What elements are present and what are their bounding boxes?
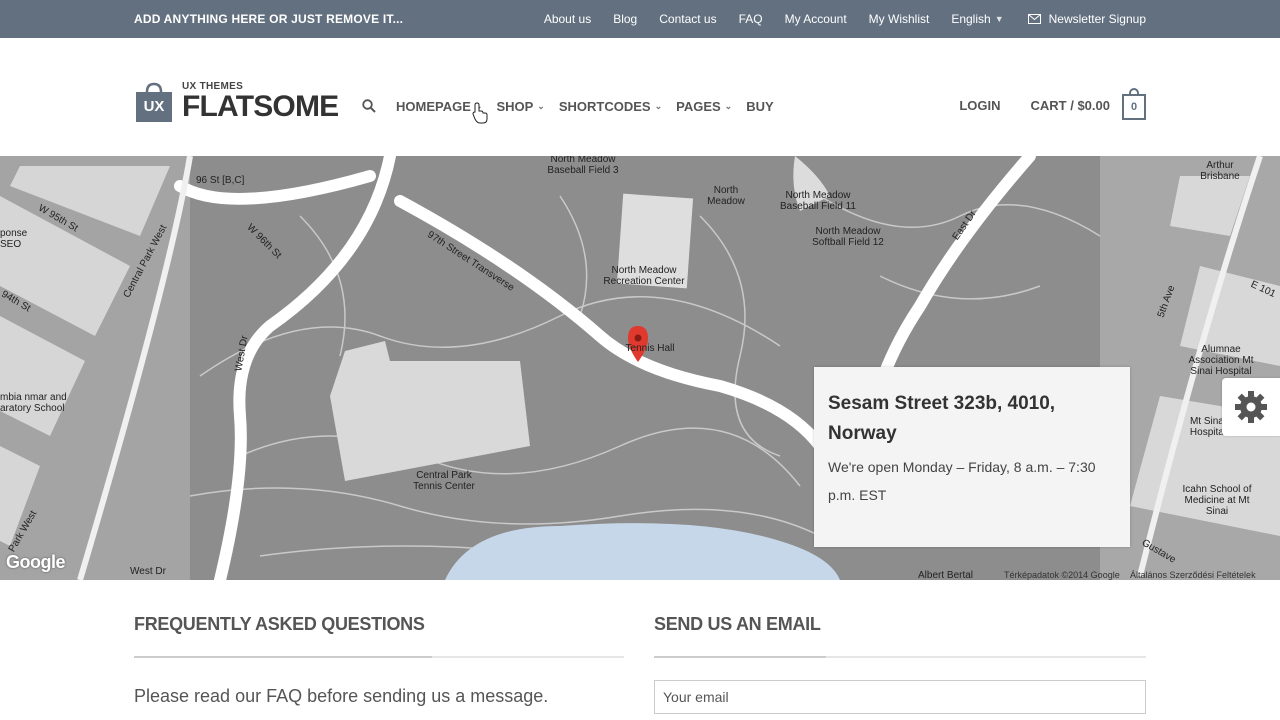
- envelope-icon: [1027, 14, 1041, 24]
- settings-button[interactable]: [1222, 378, 1280, 436]
- faq-link[interactable]: FAQ: [266, 686, 302, 706]
- top-link-faq[interactable]: FAQ: [739, 12, 763, 26]
- map-label-icahn: Icahn School of Medicine at Mt Sinai: [1182, 484, 1252, 517]
- nav-item-shortcodes[interactable]: SHORTCODES ⌄: [559, 99, 662, 114]
- nav-item-homepage[interactable]: HOMEPAGE⌄: [396, 99, 482, 114]
- site-logo[interactable]: UX UX THEMES FLATSOME: [136, 82, 339, 123]
- map-label-alumnae: Alumnae Association Mt Sinai Hospital: [1188, 344, 1254, 377]
- map-label-west-dr-bottom: West Dr: [130, 566, 166, 577]
- top-link-contact-us[interactable]: Contact us: [659, 12, 716, 26]
- logo-big-text: FLATSOME: [182, 90, 339, 123]
- faq-text-before: Please read our: [134, 686, 267, 706]
- nav-item-buy[interactable]: BUY: [746, 99, 773, 114]
- bag-logo-icon: UX: [136, 82, 172, 122]
- address-text: Sesam Street 323b, 4010, Norway: [828, 393, 1056, 444]
- map-label-school: mbia nmar and aratory School: [0, 392, 67, 414]
- email-input[interactable]: [654, 680, 1146, 714]
- logo-mark: UX: [143, 98, 165, 115]
- cart-count-badge[interactable]: 0: [1122, 88, 1146, 120]
- announcement-text: ADD ANYTHING HERE OR JUST REMOVE IT...: [134, 12, 404, 26]
- map-terms-link[interactable]: Általános Szerződési Feltételek: [1130, 570, 1256, 580]
- nav-item-pages[interactable]: PAGES ⌄: [676, 99, 732, 114]
- top-link-my-wishlist[interactable]: My Wishlist: [869, 12, 930, 26]
- nav-label-homepage: HOMEPAGE: [396, 98, 471, 114]
- search-button[interactable]: [362, 99, 376, 113]
- top-link-blog[interactable]: Blog: [613, 12, 637, 26]
- nav-label-buy: BUY: [746, 98, 774, 114]
- header-right: LOGIN CART / $0.00 0: [959, 88, 1146, 122]
- chevron-down-icon: ⌄: [537, 100, 545, 111]
- login-link[interactable]: LOGIN: [959, 98, 1000, 113]
- search-icon: [362, 99, 376, 113]
- map-label-nm: North Meadow: [707, 185, 745, 207]
- nav-label-shop: SHOP: [496, 98, 534, 114]
- map-label-nmrc: North Meadow Recreation Center: [603, 265, 685, 287]
- map-label-albert: Albert Bertal: [918, 570, 974, 580]
- gear-icon: [1235, 391, 1267, 423]
- map-copyright: Térképadatok ©2014 Google: [1004, 570, 1120, 580]
- site-header: UX UX THEMES FLATSOME HOMEPAGE⌄ SHOP⌄ SH…: [0, 38, 1280, 156]
- top-link-about-us[interactable]: About us: [544, 12, 591, 26]
- newsletter-label: Newsletter Signup: [1048, 12, 1146, 26]
- main-navigation: HOMEPAGE⌄ SHOP⌄ SHORTCODES⌄ PAGES⌄ BUY: [362, 96, 788, 116]
- chevron-down-icon: ⌄: [724, 100, 733, 111]
- google-logo: Google: [6, 552, 66, 572]
- map-label-nmbf11: North Meadow Baseball Field 11: [780, 190, 856, 212]
- map-label-seo: ponse SEO: [0, 228, 28, 250]
- faq-text-after: before sending us a message.: [302, 686, 549, 706]
- language-label: English: [951, 12, 991, 26]
- map-label-cptc: Central Park Tennis Center: [413, 470, 475, 492]
- email-heading: SEND US AN EMAIL: [654, 614, 821, 634]
- map-label-nmsf12: North Meadow Softball Field 12: [812, 226, 884, 248]
- faq-divider: [134, 656, 624, 658]
- language-selector[interactable]: English ▼: [951, 12, 1003, 26]
- top-bar: ADD ANYTHING HERE OR JUST REMOVE IT... A…: [0, 0, 1280, 38]
- newsletter-signup-link[interactable]: Newsletter Signup: [1027, 12, 1146, 26]
- email-section: SEND US AN EMAIL: [654, 614, 1146, 658]
- faq-heading: FREQUENTLY ASKED QUESTIONS: [134, 614, 425, 634]
- cart-link[interactable]: CART / $0.00: [1031, 98, 1110, 113]
- map-info-window: Sesam Street 323b, 4010, Norway We're op…: [814, 367, 1130, 547]
- nav-label-pages: PAGES: [676, 98, 721, 114]
- map-label-nmbf3: North Meadow Baseball Field 3: [547, 156, 619, 176]
- chevron-down-icon: ▼: [994, 14, 1004, 24]
- opening-hours-text: We're open Monday – Friday, 8 a.m. – 7:3…: [828, 459, 1096, 503]
- faq-intro-text: Please read our FAQ before sending us a …: [134, 686, 548, 707]
- top-links: About us Blog Contact us FAQ My Account …: [522, 12, 1146, 26]
- map-label-96st: 96 St [B,C]: [196, 175, 245, 186]
- faq-section: FREQUENTLY ASKED QUESTIONS: [134, 614, 624, 658]
- email-divider: [654, 656, 1146, 658]
- top-link-my-account[interactable]: My Account: [785, 12, 847, 26]
- nav-item-shop[interactable]: SHOP ⌄: [496, 99, 544, 114]
- mouse-pointer-icon: [472, 102, 488, 124]
- map-label-tennis-hall: Tennis Hall: [625, 343, 675, 354]
- map-label-arthur: Arthur Brisbane: [1200, 160, 1240, 182]
- nav-label-shortcodes: SHORTCODES: [558, 98, 651, 114]
- chevron-down-icon: ⌄: [654, 100, 663, 111]
